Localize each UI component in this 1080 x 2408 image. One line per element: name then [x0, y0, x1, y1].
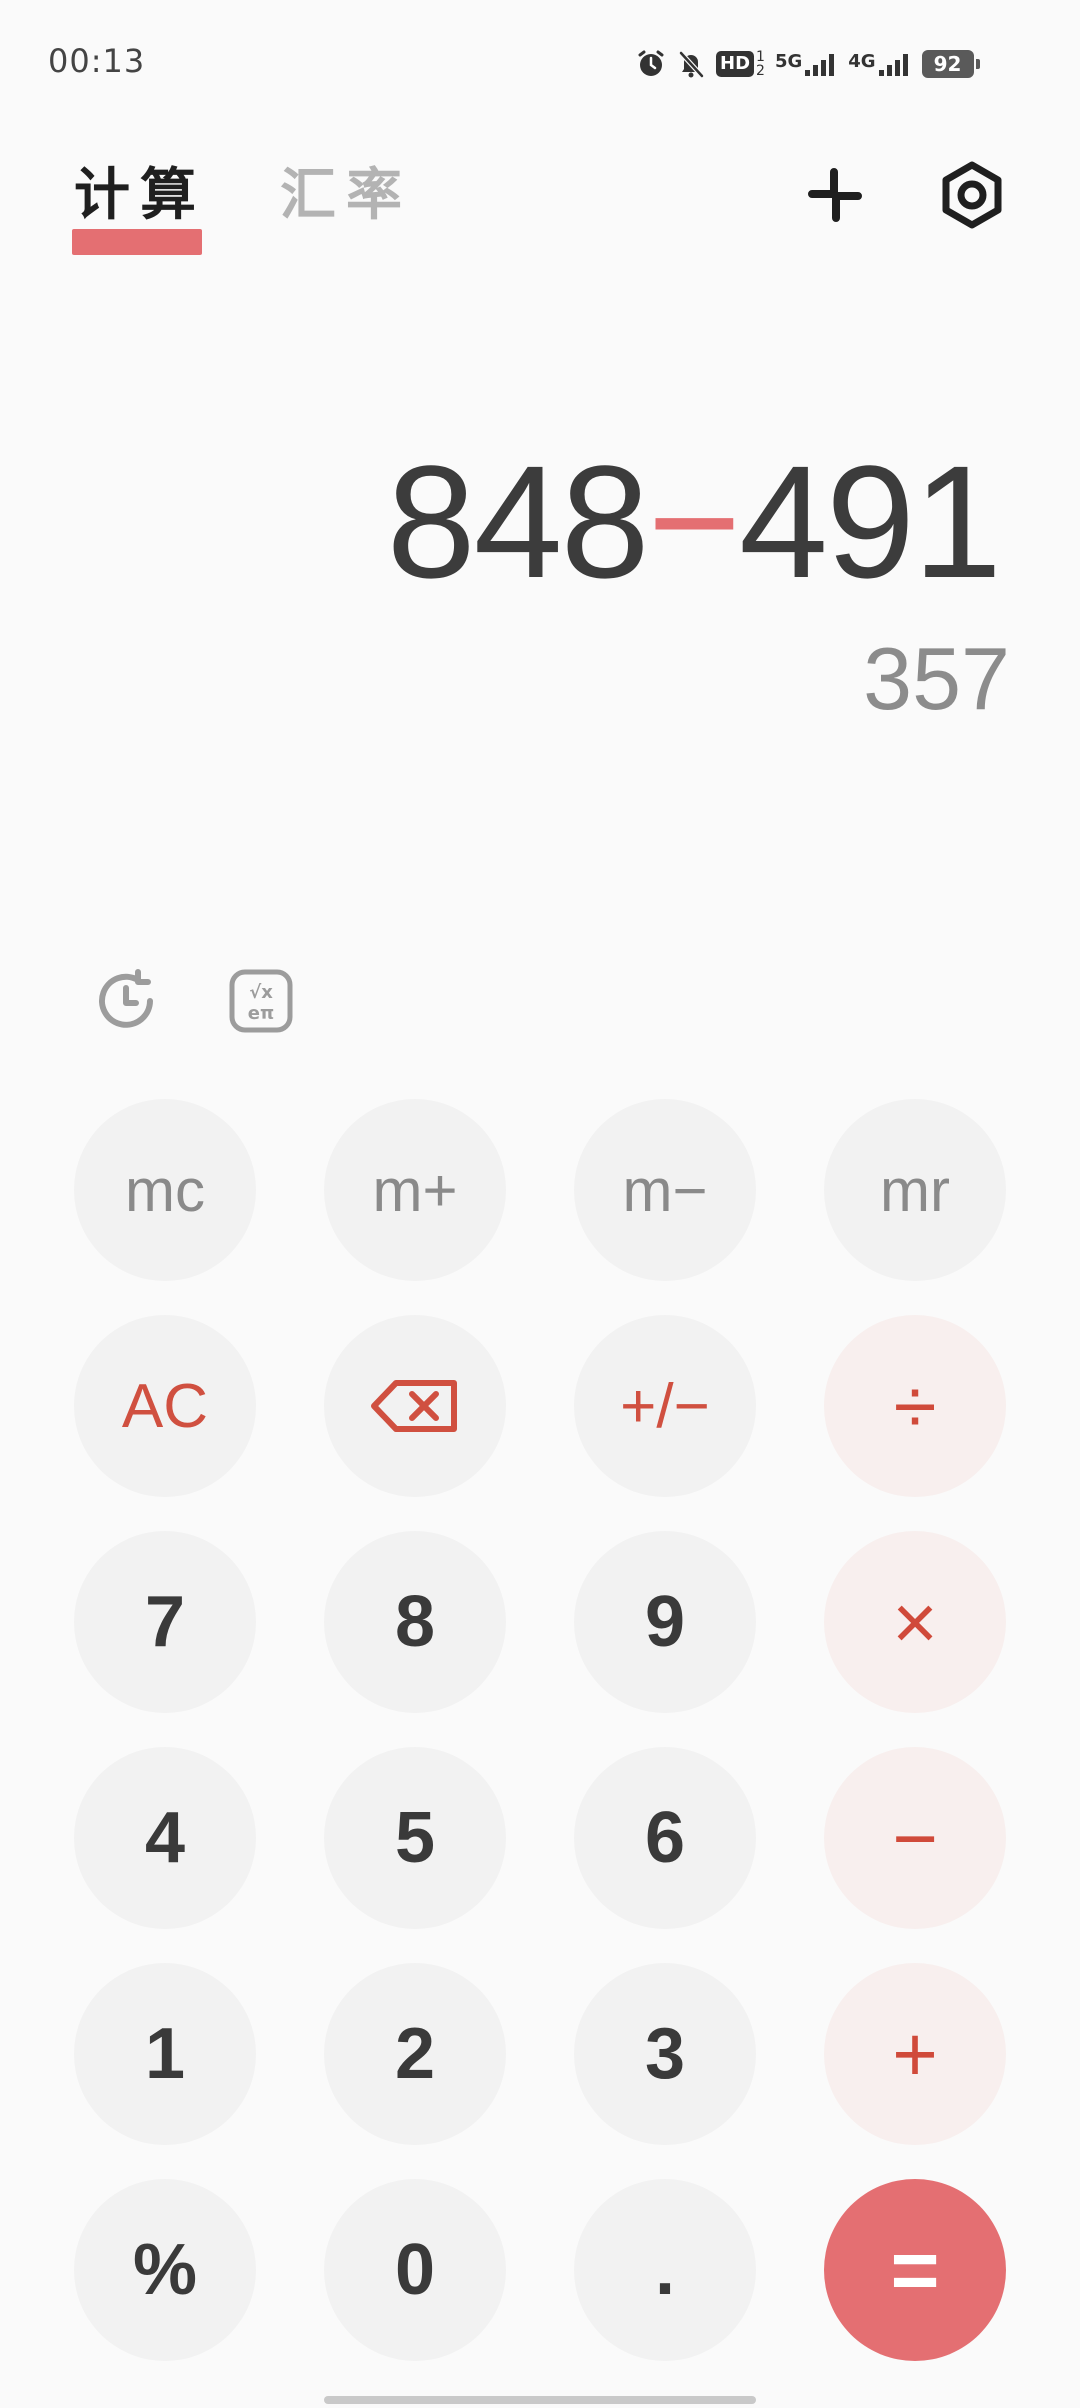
digit-7-key[interactable]: 7: [74, 1531, 256, 1713]
history-icon: [99, 969, 153, 1028]
backspace-key[interactable]: [324, 1315, 506, 1497]
memory-subtract-key[interactable]: m−: [574, 1099, 756, 1281]
signal-5g-icon: 5G: [775, 51, 838, 77]
signal-4g-icon: 4G: [848, 51, 911, 77]
status-icons: HD 1 2 5G 4G 92: [636, 44, 980, 84]
collapse-button[interactable]: [790, 150, 880, 240]
hd-icon: HD 1 2: [716, 50, 765, 78]
status-time: 00:13: [48, 42, 146, 80]
collapse-icon: [808, 168, 862, 222]
scientific-button[interactable]: √x eπ: [226, 966, 296, 1036]
sign-toggle-key[interactable]: +/−: [574, 1315, 756, 1497]
tab-calculator[interactable]: 计算: [74, 150, 206, 231]
svg-text:eπ: eπ: [248, 1003, 274, 1024]
memory-add-key[interactable]: m+: [324, 1099, 506, 1281]
digit-3-key[interactable]: 3: [574, 1963, 756, 2145]
hd-sub-bottom: 2: [756, 63, 765, 79]
memory-clear-key[interactable]: mc: [74, 1099, 256, 1281]
equals-key[interactable]: =: [824, 2179, 1006, 2361]
home-indicator[interactable]: [324, 2396, 756, 2404]
expression-display: 848−491: [386, 430, 1002, 614]
status-bar: 00:13 HD 1 2 5G 4G 92: [0, 0, 1080, 126]
battery-icon: 92: [921, 50, 980, 78]
alarm-icon: [636, 49, 666, 79]
digit-8-key[interactable]: 8: [324, 1531, 506, 1713]
tab-exchange-rate[interactable]: 汇率: [280, 150, 412, 231]
operator-symbol: −: [647, 432, 741, 611]
digit-1-key[interactable]: 1: [74, 1963, 256, 2145]
settings-button[interactable]: [927, 150, 1017, 240]
divide-key[interactable]: ÷: [824, 1315, 1006, 1497]
multiply-key[interactable]: ×: [824, 1531, 1006, 1713]
operand-2: 491: [739, 432, 1002, 611]
keypad: mc m+ m− mr AC +/− ÷ 7 8 9 × 4 5 6 − 1 2…: [74, 1099, 1006, 2361]
hd-sub-top: 1: [756, 49, 765, 65]
scientific-icon: √x eπ: [229, 969, 293, 1033]
net2-label: 4G: [848, 51, 876, 72]
calculator-screen: 00:13 HD 1 2 5G 4G 92 计算 汇率 848−491 357 …: [0, 0, 1080, 2408]
decimal-key[interactable]: .: [574, 2179, 756, 2361]
subtract-key[interactable]: −: [824, 1747, 1006, 1929]
history-button[interactable]: [91, 966, 161, 1036]
mute-icon: [676, 49, 706, 79]
net1-label: 5G: [774, 51, 803, 72]
digit-0-key[interactable]: 0: [324, 2179, 506, 2361]
digit-9-key[interactable]: 9: [574, 1531, 756, 1713]
digit-5-key[interactable]: 5: [324, 1747, 506, 1929]
digit-6-key[interactable]: 6: [574, 1747, 756, 1929]
result-preview: 357: [863, 629, 1010, 728]
memory-recall-key[interactable]: mr: [824, 1099, 1006, 1281]
operand-1: 848: [386, 432, 650, 611]
digit-4-key[interactable]: 4: [74, 1747, 256, 1929]
all-clear-key[interactable]: AC: [74, 1315, 256, 1497]
active-tab-indicator: [72, 229, 202, 255]
svg-text:√x: √x: [249, 982, 273, 1003]
add-key[interactable]: +: [824, 1963, 1006, 2145]
backspace-icon: [371, 1380, 457, 1432]
percent-key[interactable]: %: [74, 2179, 256, 2361]
digit-2-key[interactable]: 2: [324, 1963, 506, 2145]
settings-icon: [942, 161, 1002, 229]
